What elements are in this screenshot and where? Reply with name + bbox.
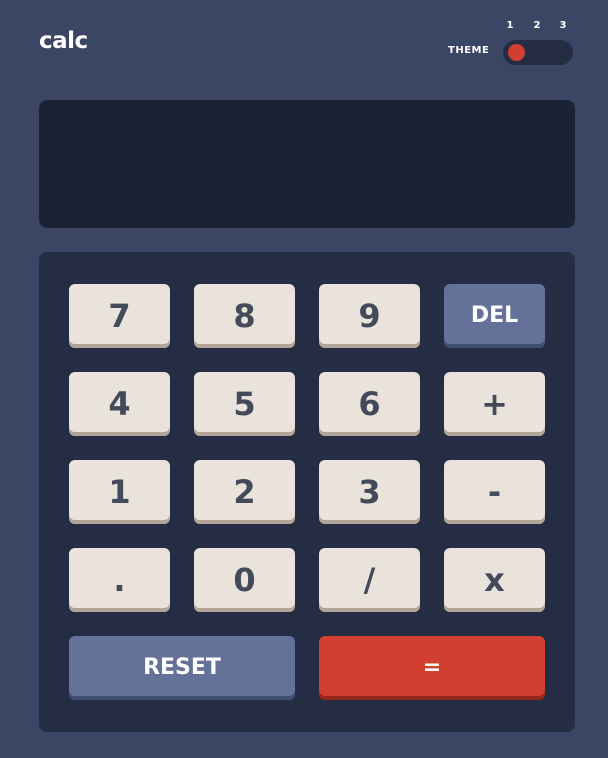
theme-toggle[interactable] — [503, 40, 573, 65]
key-7[interactable]: 7 — [69, 284, 170, 348]
key-4[interactable]: 4 — [69, 372, 170, 436]
key-8[interactable]: 8 — [194, 284, 295, 348]
theme-number-3[interactable]: 3 — [556, 20, 570, 31]
minus-button[interactable]: - — [444, 460, 545, 524]
equals-button[interactable]: = — [319, 636, 545, 700]
key-3[interactable]: 3 — [319, 460, 420, 524]
plus-button[interactable]: + — [444, 372, 545, 436]
key-2[interactable]: 2 — [194, 460, 295, 524]
decimal-button[interactable]: . — [69, 548, 170, 612]
app-logo: calc — [39, 28, 88, 54]
theme-number-2[interactable]: 2 — [530, 20, 544, 31]
theme-label: THEME — [448, 45, 490, 56]
theme-numbers: 1 2 3 — [503, 20, 573, 34]
key-6[interactable]: 6 — [319, 372, 420, 436]
theme-toggle-knob[interactable] — [508, 44, 525, 61]
keypad: 7 8 9 DEL 4 5 6 + 1 2 3 - . 0 / x RESET … — [39, 252, 575, 732]
header: calc THEME 1 2 3 — [39, 18, 575, 70]
theme-number-1[interactable]: 1 — [503, 20, 517, 31]
key-5[interactable]: 5 — [194, 372, 295, 436]
calculator-display — [39, 100, 575, 228]
key-9[interactable]: 9 — [319, 284, 420, 348]
divide-button[interactable]: / — [319, 548, 420, 612]
key-1[interactable]: 1 — [69, 460, 170, 524]
delete-button[interactable]: DEL — [444, 284, 545, 348]
multiply-button[interactable]: x — [444, 548, 545, 612]
reset-button[interactable]: RESET — [69, 636, 295, 700]
key-0[interactable]: 0 — [194, 548, 295, 612]
